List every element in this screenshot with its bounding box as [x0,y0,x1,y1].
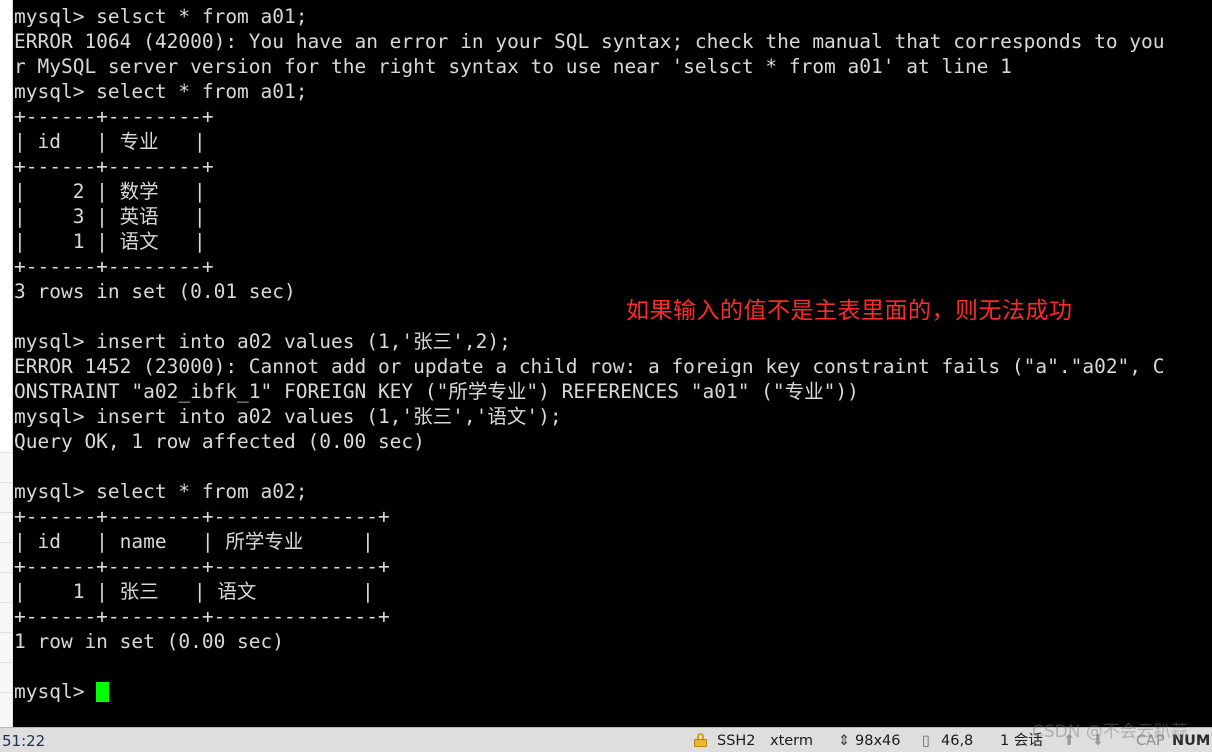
terminal-cursor [96,682,110,702]
terminal-line: +------+--------+ [14,255,214,278]
terminal-line: | 1 | 张三 | 语文 | [14,580,374,603]
terminal-output-area[interactable]: mysql> selsct * from a01; ERROR 1064 (42… [13,0,1212,727]
window-left-gutter [0,0,13,727]
status-num-lock: NUM [1172,733,1211,749]
terminal-line: +------+--------+ [14,105,214,128]
terminal-line: | 2 | 数学 | [14,180,206,203]
status-sessions[interactable]: 1 会话 [1000,730,1043,752]
terminal-line: ERROR 1064 (42000): You have an error in… [14,30,1165,53]
status-terminal-type[interactable]: xterm [770,730,813,752]
status-caps-lock: CAP [1136,733,1165,749]
status-time: 51:22 [2,732,46,750]
terminal-prompt-line[interactable]: mysql> [13,679,1212,704]
status-protocol[interactable]: SSH2 [717,730,756,752]
lock-icon [694,730,707,752]
terminal-line: mysql> selsct * from a01; [14,5,308,28]
terminal-line: Query OK, 1 row affected (0.00 sec) [14,430,425,453]
terminal-line: mysql> select * from a02; [14,480,308,503]
cursor-position-icon: ▯ [922,733,930,749]
terminal-line: +------+--------+--------------+ [14,605,390,628]
terminal-line: ONSTRAINT "a02_ibfk_1" FOREIGN KEY ("所学专… [14,380,859,403]
red-annotation-text: 如果输入的值不是主表里面的，则无法成功 [626,298,1073,324]
terminal-line: r MySQL server version for the right syn… [14,55,1012,78]
terminal-line: ERROR 1452 (23000): Cannot add or update… [14,355,1165,378]
terminal-line: mysql> insert into a02 values (1,'张三',2)… [14,330,511,353]
gutter-lower-panel [0,452,13,727]
terminal-line: mysql> select * from a01; [14,80,308,103]
status-bar: 51:22 SSH2 xterm ⇕ 98x46 ▯ 46,8 1 会话 ⬆ ⬇… [0,727,1212,752]
prompt-text: mysql> [14,680,97,703]
terminal-line: | id | name | 所学专业 | [14,530,374,553]
terminal-line: | 1 | 语文 | [14,230,206,253]
terminal-line: +------+--------+--------------+ [14,555,390,578]
terminal-line: mysql> insert into a02 values (1,'张三','语… [14,405,562,428]
status-size: 98x46 [855,733,901,749]
terminal-line: | id | 专业 | [14,130,206,153]
terminal-line: 1 row in set (0.00 sec) [14,630,285,653]
terminal-line: +------+--------+ [14,155,214,178]
status-position: 46,8 [941,733,974,749]
terminal-window: mysql> selsct * from a01; ERROR 1064 (42… [0,0,1212,752]
terminal-line: | 3 | 英语 | [14,205,206,228]
transfer-arrows-icon: ⬆ ⬇ [1063,733,1110,749]
terminal-line: +------+--------+--------------+ [14,505,390,528]
resize-icon: ⇕ [838,733,851,749]
